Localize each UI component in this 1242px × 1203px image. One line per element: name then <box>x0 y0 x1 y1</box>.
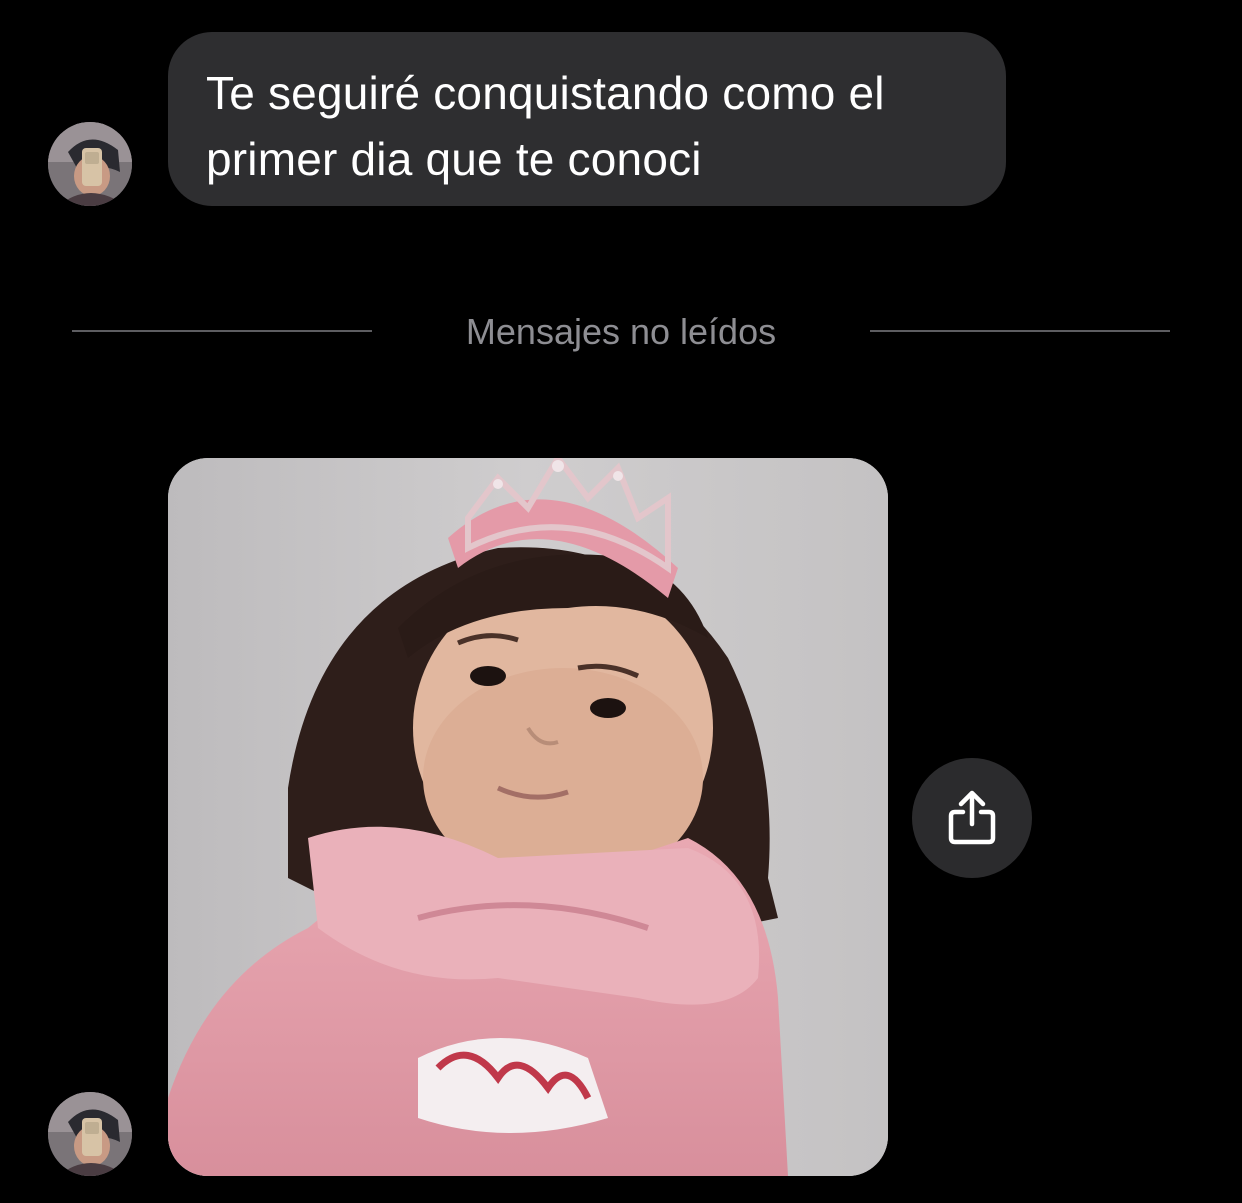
unread-divider-label: Mensajes no leídos <box>465 311 777 352</box>
share-button[interactable] <box>912 758 1032 878</box>
message-bubble-incoming[interactable]: Te seguiré conquistando como el primer d… <box>168 32 1006 206</box>
image-message[interactable] <box>168 458 888 1176</box>
sender-avatar[interactable] <box>48 1092 132 1176</box>
message-text: Te seguiré conquistando como el primer d… <box>206 67 885 185</box>
unread-messages-divider: Mensajes no leídos <box>72 306 1170 356</box>
share-icon <box>948 790 996 845</box>
divider-line-right <box>870 330 1170 332</box>
avatar-photo <box>48 1092 132 1176</box>
sender-avatar[interactable] <box>48 122 132 206</box>
avatar-photo <box>48 122 132 206</box>
photo-image <box>168 458 888 1176</box>
